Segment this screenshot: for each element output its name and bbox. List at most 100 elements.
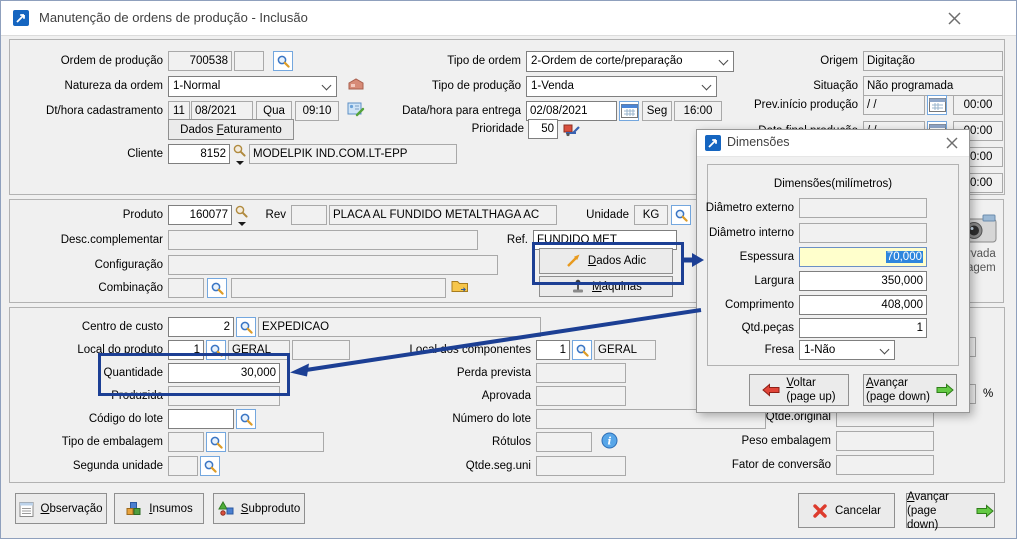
svg-text:i: i [608,436,612,448]
numero-lote-label: Número do lote [391,409,531,429]
espessura-label: Espessura [699,247,794,267]
app-icon [13,10,29,26]
folder-icon[interactable] [451,278,469,294]
ordem-producao-sub-field[interactable] [234,51,264,71]
centro-custo-code-field[interactable]: 2 [168,317,234,337]
dialog-avancar-button[interactable]: Avançar(page down) [863,374,957,406]
observacao-button[interactable]: Observação [15,493,107,524]
window-title: Manutenção de ordens de produção - Inclu… [39,10,308,25]
rotulos-field[interactable] [536,432,592,452]
local-produto-label: Local do produto [11,340,163,360]
subproduto-button[interactable]: Subproduto [213,493,305,524]
local-componentes-search-button[interactable] [572,340,592,360]
dados-adic-button[interactable]: Dados Adic [539,248,673,274]
diametro-interno-label: Diâmetro interno [699,223,794,243]
combinacao-label: Combinação [11,278,163,298]
perda-prevista-field[interactable] [536,363,626,383]
perda-prevista-label: Perda prevista [391,363,531,383]
peso-embalagem-field[interactable] [836,431,934,451]
tipo-producao-select[interactable]: 1-Venda [526,76,717,97]
ordem-search-button[interactable] [273,51,293,71]
unidade-search-button[interactable] [671,205,691,225]
largura-field[interactable]: 350,000 [799,271,927,291]
dialog-close-icon[interactable] [941,132,963,154]
cliente-search-icon[interactable] [232,143,247,158]
codigo-lote-search-button[interactable] [236,409,256,429]
codigo-lote-field[interactable] [168,409,234,429]
tipo-producao-value: 1-Venda [531,80,574,92]
entrega-label: Data/hora para entrega [381,101,521,121]
entrega-time-field[interactable]: 16:00 [674,101,722,121]
close-icon[interactable] [943,7,965,29]
peso-embalagem-label: Peso embalagem [701,431,831,451]
tipo-ordem-label: Tipo de ordem [396,51,521,71]
codigo-lote-label: Código do lote [11,409,163,429]
maquinas-button[interactable]: Máquinas [539,276,673,297]
avancar-button[interactable]: Avançar(page down) [906,493,995,528]
segunda-unidade-search-button[interactable] [200,456,220,476]
combinacao-search-button[interactable] [207,278,227,298]
cliente-code-field[interactable]: 8152 [168,144,230,164]
ref-field[interactable]: FUNDIDO MET [533,230,677,250]
search-icon [239,320,254,335]
aprovada-field [536,386,626,406]
cadastramento-day-field[interactable]: 11 [168,101,190,121]
fator-conversao-label: Fator de conversão [701,455,831,475]
diametro-interno-field[interactable] [799,223,927,243]
diametro-externo-field[interactable] [799,198,927,218]
qtd-pecas-field[interactable]: 1 [799,318,927,338]
joystick-icon [570,279,586,294]
fresa-select[interactable]: 1-Não [799,340,895,360]
segunda-unidade-field[interactable] [168,456,198,476]
centro-custo-search-button[interactable] [236,317,256,337]
produto-search-icon[interactable] [234,204,249,219]
entrega-date-field[interactable]: 02/08/2021 [526,101,617,121]
produto-code-field[interactable]: 160077 [168,205,232,225]
tipo-embalagem-name-field [228,432,324,452]
espessura-field[interactable]: 70,000 [799,247,927,267]
cancelar-button[interactable]: Cancelar [798,493,895,528]
search-icon [674,208,689,223]
entrega-calendar-button[interactable] [619,101,639,121]
search-icon [210,281,225,296]
unidade-field[interactable]: KG [634,205,668,225]
tipo-embalagem-search-button[interactable] [206,432,226,452]
prev-inicio-date-field[interactable]: / / [863,95,925,115]
centro-custo-name-field: EXPEDICAO [258,317,541,337]
search-icon [203,459,218,474]
dados-faturamento-button[interactable]: Dados Faturamento [168,119,294,140]
local-produto-code-field[interactable]: 1 [168,340,204,360]
voltar-button[interactable]: Voltar(page up) [749,374,849,406]
tipo-embalagem-code-field[interactable] [168,432,204,452]
notepad-icon [19,500,34,518]
main-window: Manutenção de ordens de produção - Inclu… [0,0,1017,539]
calendar-icon [621,103,638,119]
info-icon[interactable]: i [601,432,618,449]
cadastramento-time-field[interactable]: 09:10 [295,101,339,121]
prev-inicio-calendar-button[interactable] [927,95,947,115]
cliente-dropdown-caret-icon[interactable] [236,161,244,169]
cadastramento-date-field[interactable]: 08/2021 [191,101,253,121]
configuracao-label: Configuração [11,255,163,275]
qtd-pecas-label: Qtd.peças [699,318,794,338]
ordem-producao-field[interactable]: 700538 [168,51,232,71]
origem-field: Digitação [863,51,1003,71]
produto-dropdown-caret-icon[interactable] [238,222,246,230]
situacao-label: Situação [761,76,858,96]
prev-inicio-time-field[interactable]: 00:00 [953,95,1003,115]
combinacao-code-field[interactable] [168,278,204,298]
cliente-name-field: MODELPIK IND.COM.LT-EPP [249,144,457,164]
prioridade-field[interactable]: 50 [528,119,558,139]
local-componentes-code-field[interactable]: 1 [536,340,570,360]
local-produto-search-button[interactable] [206,340,226,360]
produto-desc-field: PLACA AL FUNDIDO METALTHAGA AC [329,205,557,225]
configuracao-field[interactable] [168,255,498,275]
fator-conversao-field[interactable] [836,455,934,475]
tipo-ordem-select[interactable]: 2-Ordem de corte/preparação [526,51,734,72]
natureza-select[interactable]: 1-Normal [168,76,337,97]
cadastramento-weekday-field: Qua [256,101,292,121]
quantidade-field[interactable]: 30,000 [168,363,280,383]
insumos-button[interactable]: Insumos [114,493,204,524]
comprimento-field[interactable]: 408,000 [799,295,927,315]
desc-complementar-field[interactable] [168,230,478,250]
